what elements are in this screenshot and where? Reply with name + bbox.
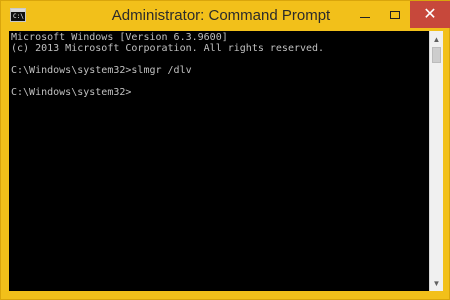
minimize-icon [360, 17, 370, 18]
scrollbar-thumb[interactable] [432, 47, 441, 63]
command-prompt-window: C:\ Administrator: Command Prompt ✕ Micr… [0, 0, 450, 300]
maximize-button[interactable] [381, 1, 409, 28]
close-icon: ✕ [423, 5, 437, 23]
console-line: Microsoft Windows [Version 6.3.9600] [11, 32, 228, 43]
console-output[interactable]: Microsoft Windows [Version 6.3.9600] (c)… [9, 31, 429, 291]
cmd-icon[interactable]: C:\ [10, 8, 26, 22]
title-bar[interactable]: C:\ Administrator: Command Prompt ✕ [1, 1, 450, 31]
console-line: C:\Windows\system32>slmgr /dlv [11, 65, 192, 76]
scroll-down-icon[interactable]: ▼ [430, 276, 443, 290]
close-button[interactable]: ✕ [410, 1, 450, 28]
window-title: Administrator: Command Prompt [111, 7, 331, 24]
minimize-button[interactable] [351, 1, 379, 28]
scroll-up-icon[interactable]: ▲ [430, 32, 443, 46]
vertical-scrollbar[interactable]: ▲ ▼ [429, 31, 443, 291]
console-line: (c) 2013 Microsoft Corporation. All righ… [11, 43, 325, 54]
cmd-icon-label: C:\ [13, 13, 24, 20]
maximize-icon [390, 10, 400, 19]
console-line: C:\Windows\system32> [11, 87, 132, 98]
